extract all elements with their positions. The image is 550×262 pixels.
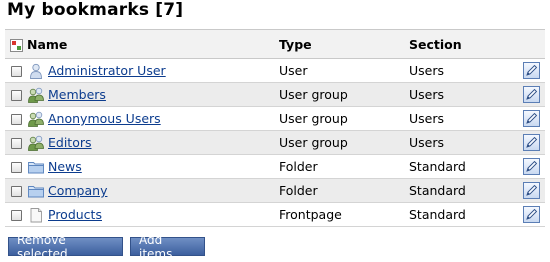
row-section: Standard (409, 154, 517, 179)
frontpage-icon (27, 207, 45, 223)
page-title: My bookmarks [7] (7, 0, 184, 20)
table-row: Administrator User User Users (5, 58, 545, 83)
row-checkbox[interactable] (10, 186, 22, 197)
edit-icon[interactable] (522, 134, 540, 151)
edit-icon[interactable] (522, 62, 540, 79)
row-checkbox[interactable] (10, 90, 22, 101)
bookmark-link[interactable]: Members (48, 87, 106, 102)
edit-icon[interactable] (522, 206, 540, 223)
row-type: Frontpage (279, 202, 409, 227)
row-section: Standard (409, 178, 517, 203)
edit-icon[interactable] (522, 110, 540, 127)
table-row: Editors User group Users (5, 130, 545, 155)
add-items-button[interactable]: Add items (130, 233, 205, 261)
edit-icon[interactable] (522, 182, 540, 199)
row-type: User (279, 58, 409, 83)
table-row: News Folder Standard (5, 154, 545, 179)
edit-icon[interactable] (522, 86, 540, 103)
row-checkbox[interactable] (10, 162, 22, 173)
column-header-name: Name (27, 29, 279, 59)
row-section: Users (409, 130, 517, 155)
row-type: Folder (279, 154, 409, 179)
row-section: Standard (409, 202, 517, 227)
table-row: Products Frontpage Standard (5, 202, 545, 227)
row-checkbox[interactable] (10, 138, 22, 149)
edit-icon[interactable] (522, 158, 540, 175)
row-checkbox[interactable] (10, 210, 22, 221)
row-checkbox[interactable] (10, 66, 22, 77)
bookmarks-table: Name Type Section Administrator User User… (5, 29, 545, 227)
column-header-section: Section (409, 29, 517, 59)
invert-selection-icon[interactable] (9, 38, 23, 52)
row-type: User group (279, 106, 409, 131)
remove-selected-button[interactable]: Remove selected (8, 233, 123, 261)
bookmark-link[interactable]: News (48, 159, 82, 174)
table-row: Anonymous Users User group Users (5, 106, 545, 131)
table-row: Company Folder Standard (5, 178, 545, 203)
table-row: Members User group Users (5, 82, 545, 107)
user-group-icon (27, 111, 45, 127)
table-header-row: Name Type Section (5, 29, 545, 59)
row-checkbox[interactable] (10, 114, 22, 125)
user-group-icon (27, 87, 45, 103)
bookmark-link[interactable]: Administrator User (48, 63, 166, 78)
row-section: Users (409, 82, 517, 107)
row-section: Users (409, 58, 517, 83)
user-icon (27, 63, 45, 79)
row-type: User group (279, 82, 409, 107)
column-header-type: Type (279, 29, 409, 59)
row-section: Users (409, 106, 517, 131)
bookmark-link[interactable]: Anonymous Users (48, 111, 161, 126)
bookmark-link[interactable]: Editors (48, 135, 92, 150)
bookmark-link[interactable]: Products (48, 207, 102, 222)
row-type: User group (279, 130, 409, 155)
folder-icon (27, 159, 45, 175)
bookmark-link[interactable]: Company (48, 183, 107, 198)
row-type: Folder (279, 178, 409, 203)
user-group-icon (27, 135, 45, 151)
folder-icon (27, 183, 45, 199)
